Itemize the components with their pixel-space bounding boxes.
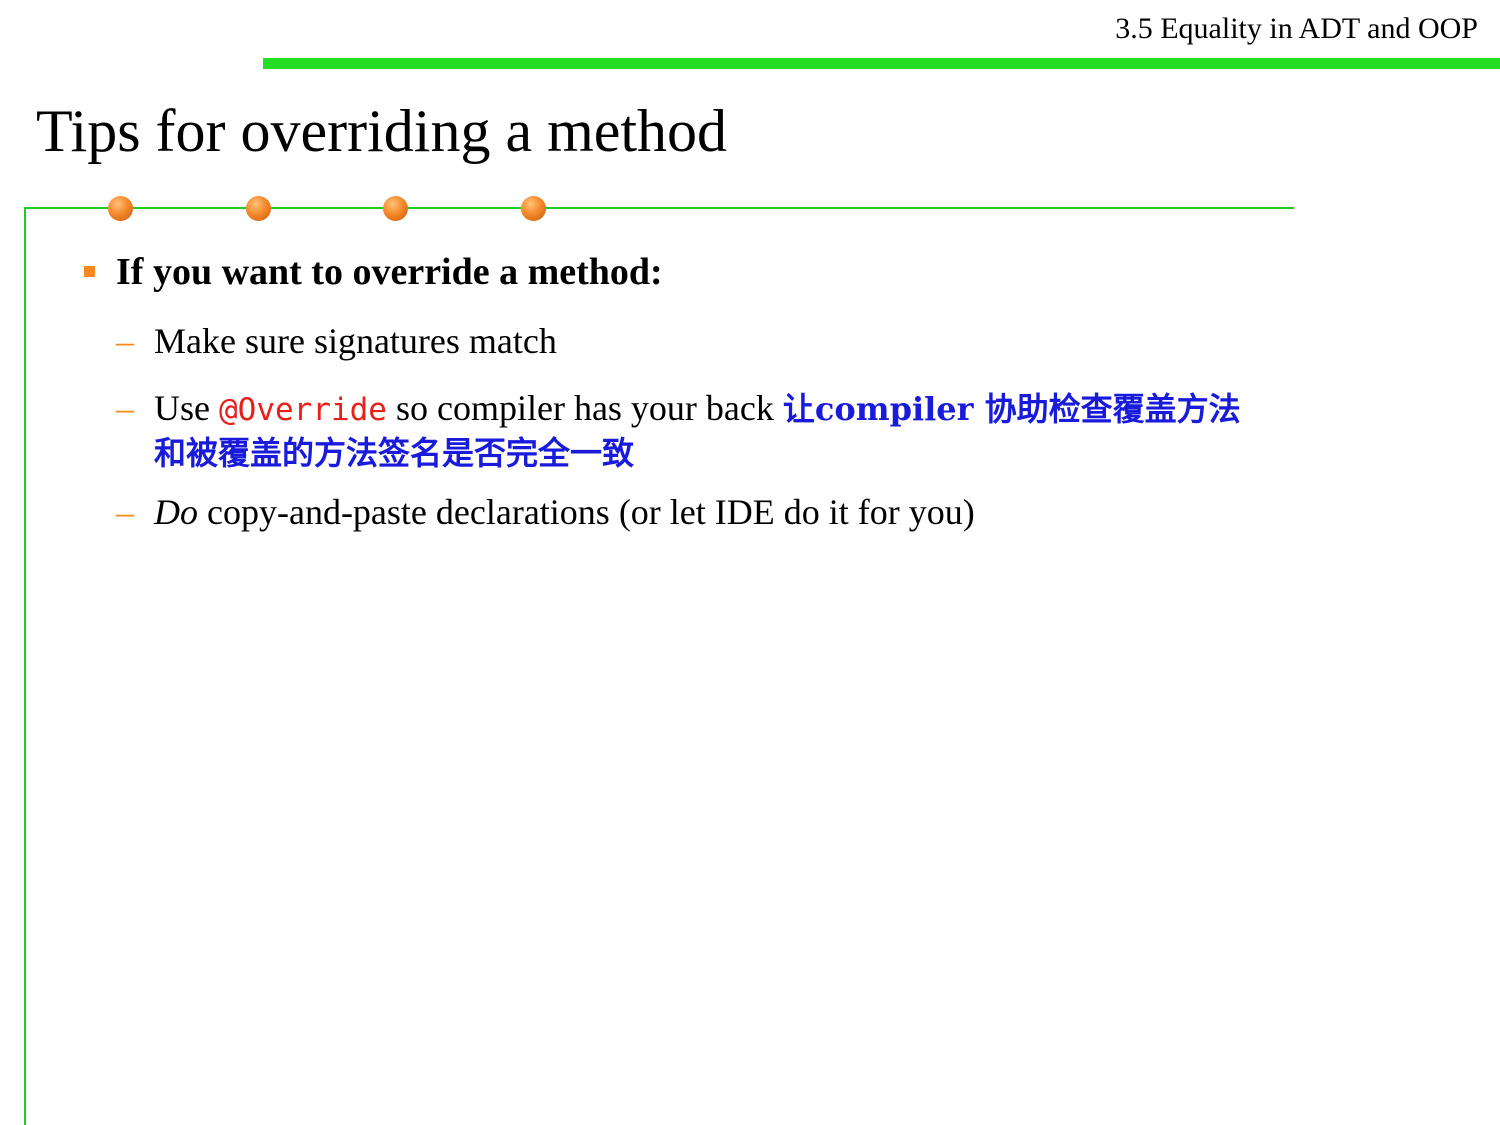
- sub-bullet-signatures: – Make sure signatures match: [116, 320, 557, 362]
- decorative-dot-2: [246, 196, 271, 221]
- slide-title: Tips for overriding a method: [36, 98, 728, 164]
- chinese-note-line-1: 让compiler 协助检查覆盖方法: [782, 390, 1241, 428]
- dash-bullet-icon: –: [116, 388, 134, 428]
- decorative-dot-4: [521, 196, 546, 221]
- dash-bullet-icon: –: [116, 321, 134, 361]
- dash-bullet-icon: –: [116, 492, 134, 532]
- sub-bullet-copy-paste: – Do copy-and-paste declarations (or let …: [116, 491, 975, 533]
- section-header: 3.5 Equality in ADT and OOP: [1115, 12, 1478, 45]
- header-accent-bar: [263, 58, 1500, 69]
- override-annotation-code: @Override: [219, 392, 387, 428]
- chinese-note-line-2: 和被覆盖的方法签名是否完全一致: [154, 434, 635, 472]
- sub-bullet-prefix: Use: [154, 388, 219, 428]
- decorative-dot-1: [108, 196, 133, 221]
- sub-bullet-override: – Use @Override so compiler has your back…: [116, 384, 1241, 430]
- sub-bullet-text: Make sure signatures match: [154, 321, 557, 361]
- emphasis-do: Do: [154, 492, 198, 532]
- sub-bullet-suffix: so compiler has your back: [386, 388, 783, 428]
- square-bullet-icon: [84, 266, 95, 277]
- frame-top-rule: [24, 207, 1294, 209]
- main-bullet-text: If you want to override a method:: [116, 251, 663, 293]
- decorative-dot-3: [383, 196, 408, 221]
- sub-bullet-text: copy-and-paste declarations (or let IDE …: [198, 492, 975, 532]
- frame-left-rule: [24, 207, 26, 1125]
